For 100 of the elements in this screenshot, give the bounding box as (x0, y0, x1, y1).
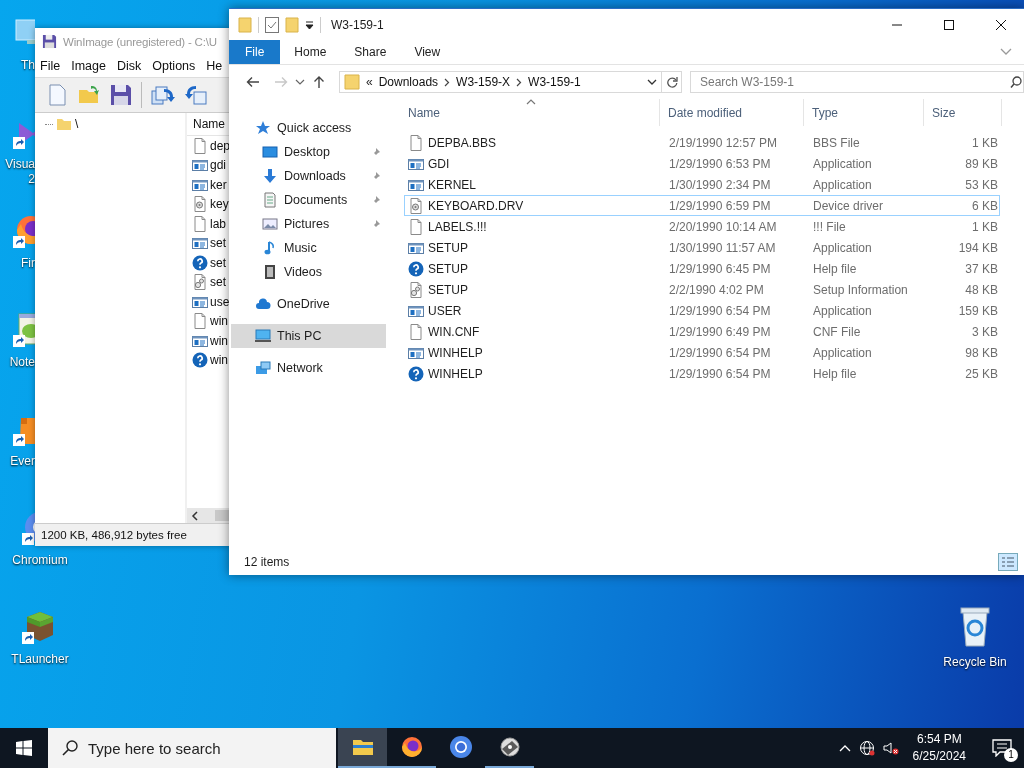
refresh-button[interactable] (662, 71, 682, 93)
nav-item[interactable]: This PC (231, 324, 386, 348)
film-icon (262, 264, 278, 280)
file-name[interactable]: KERNEL (428, 177, 477, 192)
file-row[interactable]: SETUP 1/29/1990 6:45 PM Help file 37 KB (404, 258, 1000, 279)
file-name[interactable]: DEPBA.BBS (428, 135, 497, 150)
file-row[interactable]: KEYBOARD.DRV 1/29/1990 6:59 PM Device driver 6 KB (404, 195, 1000, 216)
file-name[interactable]: LABELS.!!! (428, 219, 487, 234)
dropdown-arrow-icon[interactable] (305, 19, 314, 30)
file-name[interactable]: KEYBOARD.DRV (428, 198, 524, 213)
nav-item[interactable]: Network (231, 356, 386, 380)
properties-icon[interactable] (265, 16, 279, 33)
file-name[interactable]: key (210, 197, 229, 212)
file-name[interactable]: win (210, 314, 228, 329)
search-field[interactable]: Search W3-159-1 (690, 71, 1024, 93)
nav-item[interactable]: Pictures (231, 212, 386, 236)
file-name[interactable]: lab (210, 216, 226, 231)
menu-item[interactable]: File (40, 59, 61, 73)
notification-button[interactable]: 1 (980, 728, 1024, 768)
clock[interactable]: 6:54 PM 6/25/2024 (906, 731, 972, 765)
transfer-arrow-icon[interactable] (184, 83, 210, 107)
nav-item[interactable]: Quick access (231, 116, 386, 140)
dropdown-icon[interactable] (647, 79, 657, 85)
column-header[interactable]: Name (400, 99, 660, 126)
file-row[interactable]: GDI 1/29/1990 6:53 PM Application 89 KB (404, 153, 1000, 174)
date-modified: 2/20/1990 10:14 AM (668, 219, 778, 234)
nav-item[interactable]: Desktop (231, 140, 386, 164)
file-row[interactable]: WINHELP 1/29/1990 6:54 PM Application 98 KB (404, 342, 1000, 363)
nav-item[interactable]: OneDrive (231, 292, 386, 316)
file-name[interactable]: SETUP (428, 240, 468, 255)
muted-speaker-icon[interactable] (882, 740, 899, 756)
save-icon[interactable] (109, 83, 133, 107)
menu-item[interactable]: Disk (116, 59, 142, 73)
copy-arrow-icon[interactable] (150, 83, 176, 107)
file-type: Application (812, 303, 873, 318)
file-name[interactable]: WINHELP (428, 366, 483, 381)
download-arrow-icon (262, 168, 278, 184)
file-name[interactable]: ker (210, 177, 227, 192)
file-row[interactable]: KERNEL 1/30/1990 2:34 PM Application 53 KB (404, 174, 1000, 195)
expand-ribbon-icon[interactable] (1000, 48, 1012, 56)
file-name[interactable]: WIN.CNF (428, 324, 480, 339)
nav-item[interactable]: Videos (231, 260, 386, 284)
file-name[interactable]: win (210, 333, 228, 348)
horizontal-scrollbar[interactable] (187, 508, 231, 523)
search-icon (1010, 76, 1022, 88)
taskbar-app-button[interactable] (338, 728, 387, 768)
ribbon-tab[interactable]: View (400, 40, 455, 64)
menu-item[interactable]: He (206, 59, 223, 73)
menu-item[interactable]: Image (71, 59, 106, 73)
tree-item[interactable]: \ (75, 117, 79, 131)
file-name[interactable]: set (210, 236, 226, 251)
file-icon (408, 134, 424, 151)
file-row[interactable]: SETUP 1/30/1990 11:57 AM Application 194 KB (404, 237, 1000, 258)
file-name[interactable]: gdi (210, 158, 226, 173)
breadcrumb[interactable]: Downloads (378, 75, 439, 89)
file-size: 48 KB (964, 282, 999, 297)
nav-item[interactable]: Downloads (231, 164, 386, 188)
file-name[interactable]: win (210, 353, 228, 368)
file-type: Application (812, 345, 873, 360)
file-name[interactable]: WINHELP (428, 345, 483, 360)
file-name[interactable]: set (210, 275, 226, 290)
nav-item[interactable]: Music (231, 236, 386, 260)
file-size: 1 KB (971, 135, 999, 150)
file-row[interactable]: SETUP 2/2/1990 4:02 PM Setup Information 48 KB (404, 279, 1000, 300)
ribbon-tab[interactable]: Home (280, 40, 341, 64)
computer-icon (255, 328, 271, 344)
file-name[interactable]: SETUP (428, 282, 468, 297)
desktop-icon-label: Visua (5, 157, 35, 172)
menu-item[interactable]: Options (152, 59, 196, 73)
file-name[interactable]: use (210, 294, 230, 309)
column-header[interactable]: Type (804, 99, 924, 126)
file-type: Device driver (812, 198, 885, 213)
column-header[interactable]: Size (924, 99, 1002, 126)
file-name[interactable]: set (210, 255, 226, 270)
maximize-icon (944, 19, 954, 30)
breadcrumb[interactable]: W3-159-1 (528, 75, 581, 89)
globe-icon[interactable] (858, 740, 875, 756)
file-name[interactable]: dep (210, 138, 231, 153)
gear-file-icon (408, 197, 424, 214)
breadcrumb[interactable]: W3-159-X (456, 75, 511, 89)
picture-icon (262, 216, 278, 232)
ribbon-tab[interactable]: Share (340, 40, 401, 64)
file-name[interactable]: USER (428, 303, 462, 318)
nav-item[interactable]: Documents (231, 188, 386, 212)
file-row[interactable]: LABELS.!!! 2/20/1990 10:14 AM !!! File 1 KB (404, 216, 1000, 237)
chevron-icon[interactable] (516, 77, 523, 87)
chevron-icon[interactable] (444, 77, 451, 87)
file-name[interactable]: GDI (428, 156, 450, 171)
recent-locations-icon[interactable] (295, 79, 305, 85)
show-hidden-icons-icon[interactable] (838, 744, 851, 752)
file-row[interactable]: WIN.CNF 1/29/1990 6:49 PM CNF File 3 KB (404, 321, 1000, 342)
file-name[interactable]: SETUP (428, 261, 468, 276)
address-overflow[interactable]: « (366, 75, 373, 89)
file-row[interactable]: USER 1/29/1990 6:54 PM Application 159 KB (404, 300, 1000, 321)
file-row[interactable]: DEPBA.BBS 2/19/1990 12:57 PM BBS File 1 KB (404, 132, 1000, 153)
search-field[interactable]: Type here to search (48, 728, 336, 768)
back-arrow-icon (246, 76, 260, 88)
column-header[interactable]: Date modified (660, 99, 804, 126)
file-row[interactable]: WINHELP 1/29/1990 6:54 PM Help file 25 KB (404, 363, 1000, 384)
ribbon-tab[interactable]: File (229, 40, 281, 64)
